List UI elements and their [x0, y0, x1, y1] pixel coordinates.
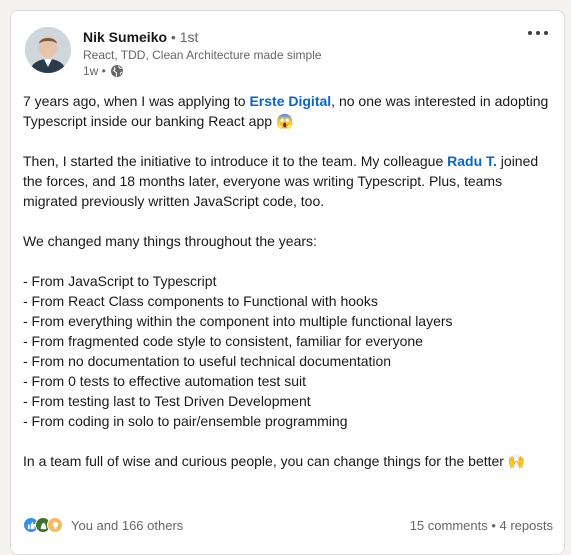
- paragraph-4: In a team full of wise and curious peopl…: [23, 451, 553, 471]
- author-name-line: Nik Sumeiko • 1st: [83, 28, 198, 46]
- post-time: 1w •: [83, 64, 106, 78]
- paragraph-3: We changed many things throughout the ye…: [23, 233, 317, 249]
- comments-reposts: 15 comments • 4 reposts: [410, 518, 553, 533]
- post-text: 7 years ago, when I was applying to Erst…: [23, 91, 553, 471]
- text-span: 7 years ago, when I was applying to: [23, 93, 250, 109]
- paragraph-1: 7 years ago, when I was applying to Erst…: [23, 91, 553, 131]
- reposts-count[interactable]: 4 reposts: [500, 518, 553, 533]
- post-card: Nik Sumeiko • 1st React, TDD, Clean Arch…: [10, 10, 565, 555]
- author-headline: React, TDD, Clean Architecture made simp…: [83, 48, 322, 62]
- reaction-icons[interactable]: [23, 517, 63, 533]
- text-span: In a team full of wise and curious peopl…: [23, 453, 508, 469]
- globe-icon: [110, 65, 123, 77]
- insightful-reaction-icon: [47, 517, 63, 533]
- list-item: - From fragmented code style to consiste…: [23, 333, 423, 349]
- more-options-button[interactable]: [526, 25, 550, 41]
- post-meta: 1w •: [83, 63, 124, 79]
- screaming-face-emoji: 😱: [275, 113, 294, 129]
- connection-degree: • 1st: [170, 29, 199, 45]
- comments-count[interactable]: 15 comments: [410, 518, 488, 533]
- list-item: - From everything within the component i…: [23, 313, 453, 329]
- author-avatar[interactable]: [25, 27, 71, 73]
- list-item: - From testing last to Test Driven Devel…: [23, 393, 311, 409]
- avatar-photo: [25, 27, 71, 73]
- list-item: - From coding in solo to pair/ensemble p…: [23, 413, 348, 429]
- list-item: - From JavaScript to Typescript: [23, 273, 217, 289]
- list-item: - From no documentation to useful techni…: [23, 353, 392, 369]
- reactions-count[interactable]: You and 166 others: [71, 518, 183, 533]
- paragraph-2: Then, I started the initiative to introd…: [23, 151, 553, 211]
- list-item: - From React Class components to Functio…: [23, 293, 378, 309]
- separator: •: [487, 517, 500, 533]
- text-span: Then, I started the initiative to introd…: [23, 153, 448, 169]
- raising-hands-emoji: 🙌: [507, 453, 526, 469]
- mention-erste-digital[interactable]: Erste Digital: [249, 93, 331, 109]
- author-name[interactable]: Nik Sumeiko: [83, 29, 167, 45]
- mention-radu-t[interactable]: Radu T.: [447, 153, 497, 169]
- list-item: - From 0 tests to effective automation t…: [23, 373, 306, 389]
- social-counts: You and 166 others 15 comments • 4 repos…: [23, 514, 553, 536]
